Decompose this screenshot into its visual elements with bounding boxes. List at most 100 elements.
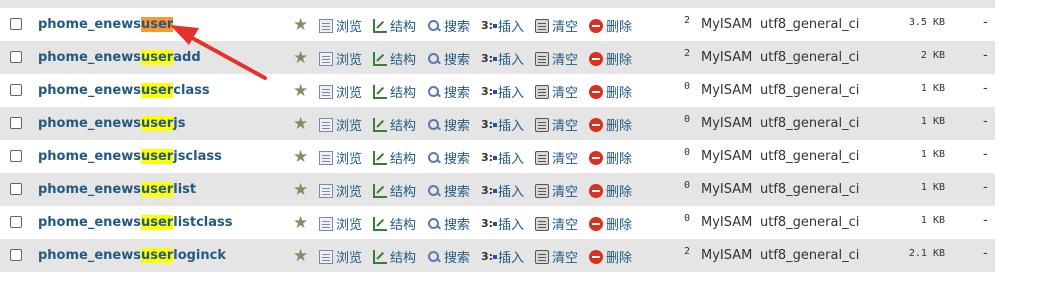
drop-icon — [589, 51, 603, 66]
insert-action[interactable]: 3: 插入 — [481, 82, 524, 102]
row-checkbox[interactable] — [10, 117, 22, 129]
empty-action[interactable]: 清空 — [535, 82, 578, 101]
structure-action[interactable]: 结构 — [373, 16, 416, 35]
row-count: 2 — [684, 246, 691, 257]
search-action[interactable]: 搜索 — [427, 214, 470, 233]
empty-icon — [535, 84, 549, 99]
empty-action[interactable]: 清空 — [535, 49, 578, 68]
table-size: 2 KB — [920, 50, 945, 61]
table-name-link[interactable]: phome_enewsuserloginck — [38, 248, 226, 263]
drop-action[interactable]: 删除 — [589, 181, 632, 200]
search-action[interactable]: 搜索 — [427, 82, 470, 101]
insert-action[interactable]: 3: 插入 — [481, 181, 524, 201]
browse-action[interactable]: 浏览 — [319, 82, 362, 101]
drop-action[interactable]: 删除 — [589, 82, 632, 101]
favorite-star-icon[interactable]: ★ — [293, 215, 311, 232]
insert-action[interactable]: 3: 插入 — [481, 148, 524, 168]
row-checkbox[interactable] — [10, 150, 22, 162]
drop-icon — [589, 18, 603, 33]
structure-action[interactable]: 结构 — [373, 214, 416, 233]
overhead: - — [983, 48, 988, 63]
drop-label: 删除 — [606, 119, 633, 134]
empty-action[interactable]: 清空 — [535, 181, 578, 200]
row-count: 0 — [684, 180, 691, 191]
browse-action[interactable]: 浏览 — [319, 115, 362, 134]
structure-icon — [373, 249, 387, 264]
table-name-link[interactable]: phome_enewsuserjs — [38, 116, 185, 131]
empty-action[interactable]: 清空 — [535, 16, 578, 35]
structure-action[interactable]: 结构 — [373, 148, 416, 167]
drop-action[interactable]: 删除 — [589, 115, 632, 134]
row-checkbox[interactable] — [10, 84, 22, 96]
search-action[interactable]: 搜索 — [427, 181, 470, 200]
table-name-link[interactable]: phome_enewsuserclass — [38, 83, 210, 98]
browse-action[interactable]: 浏览 — [319, 247, 362, 266]
structure-action[interactable]: 结构 — [373, 181, 416, 200]
browse-icon — [319, 183, 333, 198]
empty-action[interactable]: 清空 — [535, 214, 578, 233]
drop-action[interactable]: 删除 — [589, 49, 632, 68]
search-action[interactable]: 搜索 — [427, 247, 470, 266]
empty-label: 清空 — [552, 185, 579, 200]
browse-action[interactable]: 浏览 — [319, 181, 362, 200]
favorite-star-icon[interactable]: ★ — [293, 17, 311, 34]
search-label: 搜索 — [444, 152, 471, 167]
table-name-match: user — [141, 182, 174, 197]
structure-label: 结构 — [390, 218, 417, 233]
browse-icon — [319, 84, 333, 99]
row-checkbox[interactable] — [10, 18, 22, 30]
structure-action[interactable]: 结构 — [373, 247, 416, 266]
favorite-star-icon[interactable]: ★ — [293, 50, 311, 67]
search-action[interactable]: 搜索 — [427, 49, 470, 68]
row-count: 0 — [684, 213, 691, 224]
storage-engine: MyISAM — [701, 17, 753, 32]
table-row: phome_enewsuserjsclass ★ 浏览 结构 搜索 3: 插入 清空 删除 0 My… — [0, 140, 995, 173]
browse-action[interactable]: 浏览 — [319, 214, 362, 233]
search-action[interactable]: 搜索 — [427, 115, 470, 134]
insert-action[interactable]: 3: 插入 — [481, 214, 524, 234]
insert-action[interactable]: 3: 插入 — [481, 49, 524, 69]
drop-action[interactable]: 删除 — [589, 247, 632, 266]
favorite-star-icon[interactable]: ★ — [293, 182, 311, 199]
table-name-prefix: phome_enews — [38, 83, 141, 98]
drop-action[interactable]: 删除 — [589, 16, 632, 35]
insert-action[interactable]: 3: 插入 — [481, 115, 524, 135]
favorite-star-icon[interactable]: ★ — [293, 248, 311, 265]
search-icon — [427, 250, 441, 264]
browse-action[interactable]: 浏览 — [319, 16, 362, 35]
table-name-prefix: phome_enews — [38, 17, 141, 32]
insert-icon: 3: — [481, 18, 497, 32]
browse-action[interactable]: 浏览 — [319, 49, 362, 68]
table-size: 1 KB — [920, 182, 945, 193]
row-checkbox[interactable] — [10, 51, 22, 63]
table-name-link[interactable]: phome_enewsuserlistclass — [38, 215, 233, 230]
table-name-link[interactable]: phome_enewsuserlist — [38, 182, 196, 197]
browse-action[interactable]: 浏览 — [319, 148, 362, 167]
structure-action[interactable]: 结构 — [373, 115, 416, 134]
table-name-link[interactable]: phome_enewsuseradd — [38, 50, 201, 65]
row-checkbox[interactable] — [10, 183, 22, 195]
row-count: 2 — [684, 48, 691, 59]
drop-label: 删除 — [606, 251, 633, 266]
empty-action[interactable]: 清空 — [535, 148, 578, 167]
drop-action[interactable]: 删除 — [589, 148, 632, 167]
empty-action[interactable]: 清空 — [535, 115, 578, 134]
favorite-star-icon[interactable]: ★ — [293, 149, 311, 166]
search-icon — [427, 118, 441, 132]
structure-action[interactable]: 结构 — [373, 82, 416, 101]
search-action[interactable]: 搜索 — [427, 16, 470, 35]
structure-action[interactable]: 结构 — [373, 49, 416, 68]
table-name-link[interactable]: phome_enewsuser — [38, 17, 174, 32]
row-checkbox[interactable] — [10, 249, 22, 261]
empty-label: 清空 — [552, 86, 579, 101]
table-name-link[interactable]: phome_enewsuserjsclass — [38, 149, 222, 164]
favorite-star-icon[interactable]: ★ — [293, 83, 311, 100]
insert-action[interactable]: 3: 插入 — [481, 247, 524, 267]
insert-action[interactable]: 3: 插入 — [481, 16, 524, 36]
empty-action[interactable]: 清空 — [535, 247, 578, 266]
favorite-star-icon[interactable]: ★ — [293, 116, 311, 133]
drop-action[interactable]: 删除 — [589, 214, 632, 233]
search-label: 搜索 — [444, 20, 471, 35]
search-action[interactable]: 搜索 — [427, 148, 470, 167]
row-checkbox[interactable] — [10, 216, 22, 228]
